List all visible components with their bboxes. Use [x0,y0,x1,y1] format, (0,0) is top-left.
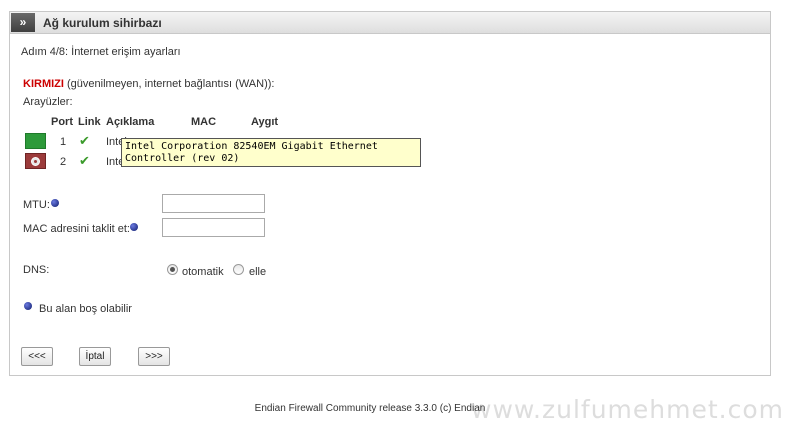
optional-field-bullet-icon [130,223,138,231]
back-button[interactable]: <<< [21,347,53,366]
dns-manual-label[interactable]: elle [249,266,266,278]
mac-spoof-label: MAC adresini taklit et: [23,223,130,235]
interfaces-label: Arayüzler: [23,96,73,108]
link-ok-check-icon: ✔ [79,133,90,148]
step-text: Adım 4/8: İnternet erişim ayarları [21,46,181,58]
dns-manual-radio[interactable] [233,264,244,275]
optional-field-bullet-icon [51,199,59,207]
footer-text: Endian Firewall Community release 3.3.0 … [254,403,486,414]
interface-radio-red[interactable] [25,153,46,169]
optional-field-bullet-icon [24,302,32,310]
port-number: 1 [60,136,67,148]
col-header-description: Açıklama [106,116,155,128]
mtu-input[interactable] [162,194,265,213]
col-header-link: Link [78,116,101,128]
mac-spoof-input[interactable] [162,218,265,237]
link-ok-check-icon: ✔ [79,153,90,168]
cancel-button[interactable]: İptal [79,347,111,366]
zone-description: (güvenilmeyen, internet bağlantısı (WAN)… [63,78,275,90]
zone-name: KIRMIZI [23,78,64,90]
selected-radio-dot-icon [31,157,40,166]
panel-title: Ağ kurulum sihirbazı [43,16,162,30]
dns-label: DNS: [23,264,50,276]
col-header-device: Aygıt [251,116,279,128]
panel-header: » Ağ kurulum sihirbazı [10,12,770,34]
dns-auto-label[interactable]: otomatik [182,266,224,278]
interface-tooltip: Intel Corporation 82540EM Gigabit Ethern… [121,138,421,167]
col-header-mac: MAC [191,116,217,128]
optional-note: Bu alan boş olabilir [39,303,132,315]
col-header-port: Port [51,116,73,128]
next-button[interactable]: >>> [138,347,170,366]
dns-auto-radio[interactable] [167,264,178,275]
collapse-toggle-button[interactable]: » [11,13,35,32]
interface-checkbox-green[interactable] [25,133,46,149]
wizard-panel: » Ağ kurulum sihirbazı Adım 4/8: İnterne… [9,11,771,376]
mtu-label: MTU: [23,199,50,211]
zone-line: KIRMIZI (güvenilmeyen, internet bağlantı… [23,78,274,90]
port-number: 2 [60,156,67,168]
